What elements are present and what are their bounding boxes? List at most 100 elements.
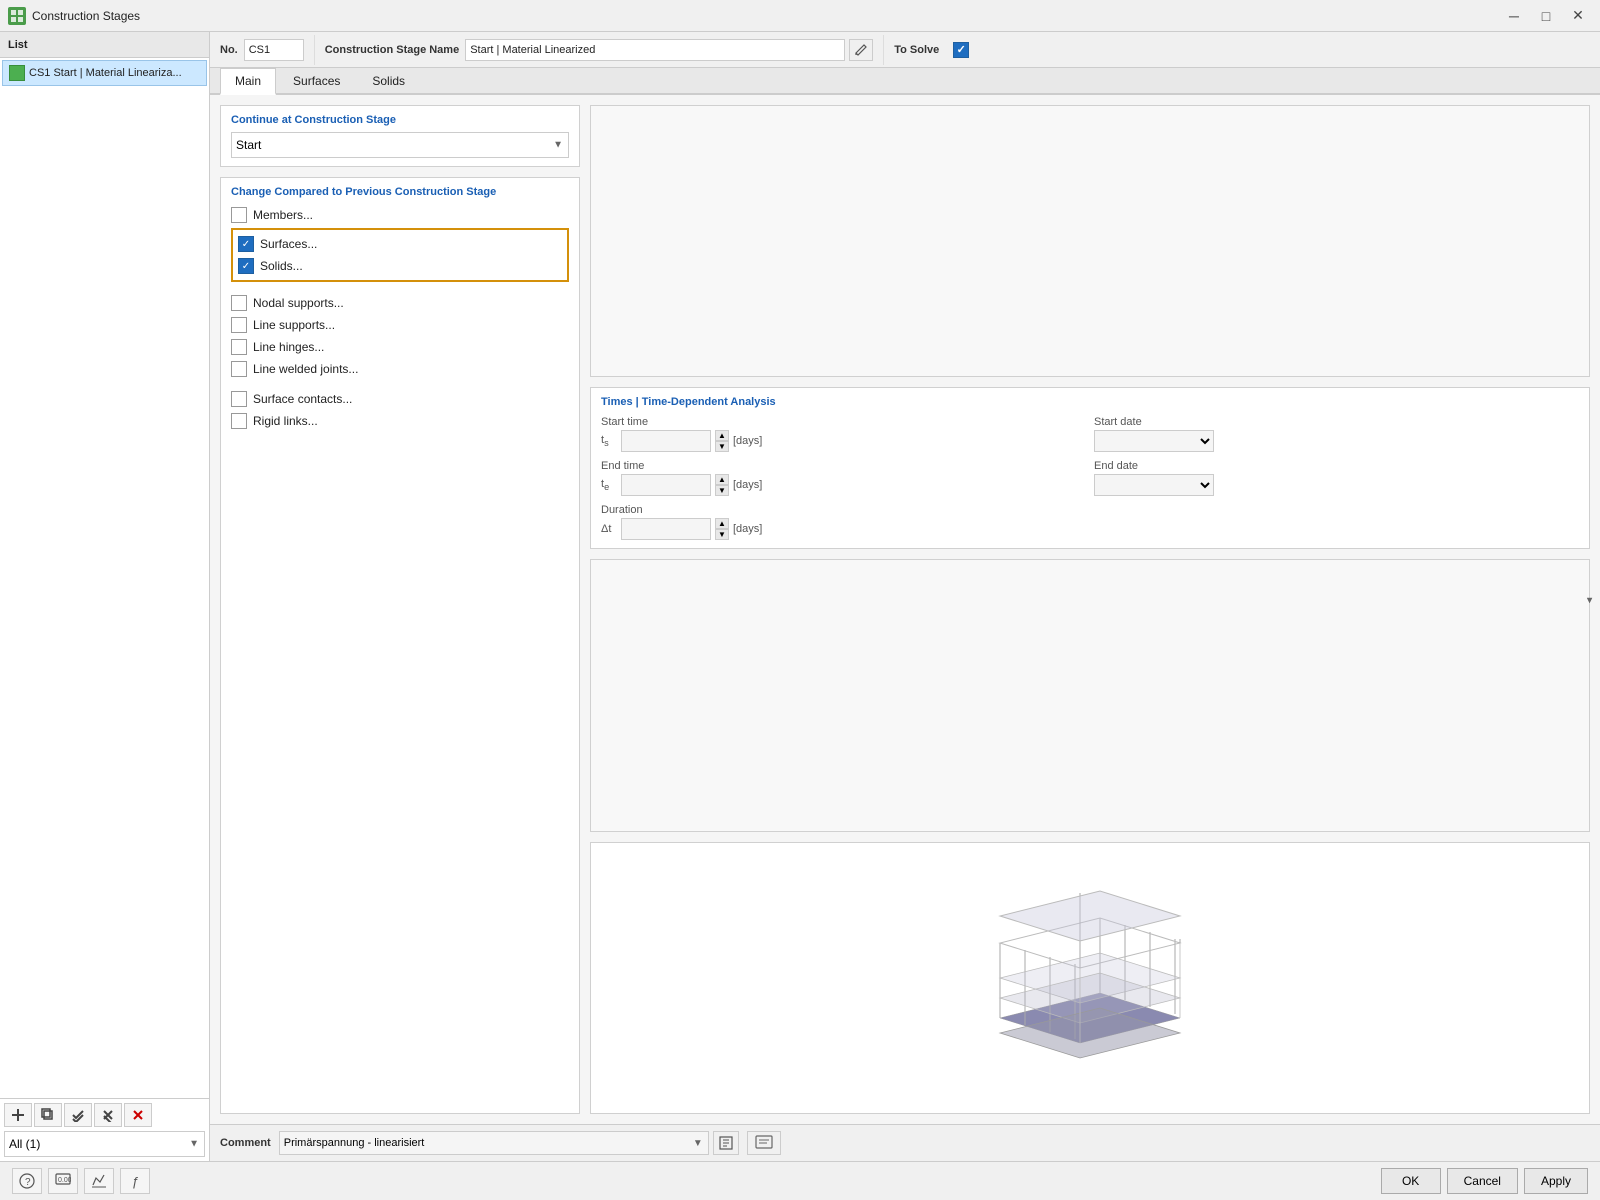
separator1 [231, 284, 569, 292]
duration-row: Δt ▲ ▼ [days] [601, 518, 1086, 540]
maximize-button[interactable]: □ [1532, 5, 1560, 27]
list-filter: All (1) ▼ [4, 1131, 205, 1157]
nodal-supports-checkbox[interactable] [231, 295, 247, 311]
surfaces-checkbox[interactable] [238, 236, 254, 252]
comment-select-wrap: Primärspannung - linearisiert ▼ [279, 1131, 709, 1155]
building-preview-section [590, 842, 1590, 1114]
surface-contacts-row: Surface contacts... [231, 388, 569, 410]
line-welded-joints-checkbox[interactable] [231, 361, 247, 377]
building-3d-preview [980, 888, 1200, 1068]
to-solve-checkbox[interactable] [953, 42, 969, 58]
delete-item-button[interactable] [124, 1103, 152, 1127]
duration-label: Duration [601, 504, 1086, 516]
members-row: Members... [231, 204, 569, 226]
end-time-input[interactable] [621, 474, 711, 496]
titlebar-left: Construction Stages [8, 7, 140, 25]
list-item-label: CS1 Start | Material Lineariza... [29, 67, 182, 79]
start-date-field: Start date ▼ [1094, 416, 1579, 452]
surface-contacts-checkbox[interactable] [231, 391, 247, 407]
name-label: Construction Stage Name [325, 44, 459, 56]
minimize-button[interactable]: ─ [1500, 5, 1528, 27]
tab-surfaces[interactable]: Surfaces [278, 68, 355, 93]
duration-unit: [days] [733, 523, 762, 535]
line-hinges-checkbox[interactable] [231, 339, 247, 355]
left-panel: List CS1 Start | Material Lineariza... [0, 32, 210, 1161]
right-panel: No. Construction Stage Name To Solve [210, 32, 1600, 1161]
content-area: List CS1 Start | Material Lineariza... [0, 32, 1600, 1161]
copy-item-button[interactable] [34, 1103, 62, 1127]
filter-select[interactable]: All (1) [4, 1131, 205, 1157]
line-supports-label: Line supports... [253, 318, 335, 332]
list-item-cs1[interactable]: CS1 Start | Material Lineariza... [2, 60, 207, 86]
duration-spinner: ▲ ▼ [715, 518, 729, 540]
rigid-links-label: Rigid links... [253, 414, 318, 428]
surfaces-row: Surfaces... [238, 233, 562, 255]
list-spacer [0, 88, 209, 1098]
continue-select[interactable]: Start [231, 132, 569, 158]
tab-main[interactable]: Main [220, 68, 276, 95]
comment-bar: Comment Primärspannung - linearisiert ▼ [210, 1124, 1600, 1161]
bottom-right-buttons: OK Cancel Apply [1381, 1168, 1588, 1194]
start-time-up[interactable]: ▲ [715, 430, 729, 441]
no-label: No. [220, 44, 238, 56]
solids-checkbox[interactable] [238, 258, 254, 274]
right-column: Times | Time-Dependent Analysis Start ti… [590, 105, 1590, 1114]
main-container: List CS1 Start | Material Lineariza... [0, 32, 1600, 1200]
start-time-label: Start time [601, 416, 1086, 428]
duration-up[interactable]: ▲ [715, 518, 729, 529]
comment-right-btn1[interactable] [747, 1131, 781, 1155]
name-input[interactable] [465, 39, 845, 61]
to-solve-label: To Solve [894, 44, 939, 56]
comment-edit-button[interactable] [713, 1131, 739, 1155]
duration-down[interactable]: ▼ [715, 529, 729, 540]
ok-button[interactable]: OK [1381, 1168, 1441, 1194]
members-checkbox[interactable] [231, 207, 247, 223]
duration-symbol: Δt [601, 523, 617, 535]
start-time-row: ts ▲ ▼ [days] [601, 430, 1086, 452]
line-supports-checkbox[interactable] [231, 317, 247, 333]
list-item-color [9, 65, 25, 81]
empty-top-section [590, 105, 1590, 377]
svg-text:0.00: 0.00 [58, 1177, 71, 1184]
close-button[interactable]: ✕ [1564, 5, 1592, 27]
change-section: Change Compared to Previous Construction… [220, 177, 580, 1114]
empty-middle-section [590, 559, 1590, 831]
tab-solids[interactable]: Solids [357, 68, 420, 93]
duration-input[interactable] [621, 518, 711, 540]
end-time-unit: [days] [733, 479, 762, 491]
cancel-button[interactable]: Cancel [1447, 1168, 1518, 1194]
uncheck-all-button[interactable] [94, 1103, 122, 1127]
titlebar: Construction Stages ─ □ ✕ [0, 0, 1600, 32]
start-time-input[interactable] [621, 430, 711, 452]
continue-section: Continue at Construction Stage Start ▼ [220, 105, 580, 167]
apply-button[interactable]: Apply [1524, 1168, 1588, 1194]
highlighted-group: Surfaces... Solids... [231, 228, 569, 282]
separator2 [231, 380, 569, 388]
formula-button[interactable]: ƒ [120, 1168, 150, 1194]
bottom-bar: ? 0.00 ƒ OK Cancel Apply [0, 1161, 1600, 1200]
start-time-field: Start time ts ▲ ▼ [days] [601, 416, 1086, 452]
edit-name-button[interactable] [849, 39, 873, 61]
end-date-field: End date ▼ [1094, 460, 1579, 496]
comment-select[interactable]: Primärspannung - linearisiert [279, 1131, 709, 1155]
end-time-down[interactable]: ▼ [715, 485, 729, 496]
line-hinges-label: Line hinges... [253, 340, 324, 354]
surface-contacts-label: Surface contacts... [253, 392, 352, 406]
start-date-label: Start date [1094, 416, 1579, 428]
app-icon [8, 7, 26, 25]
add-item-button[interactable] [4, 1103, 32, 1127]
no-input[interactable] [244, 39, 304, 61]
check-all-button[interactable] [64, 1103, 92, 1127]
end-time-spinner: ▲ ▼ [715, 474, 729, 496]
start-date-select[interactable] [1094, 430, 1214, 452]
view-button[interactable]: 0.00 [48, 1168, 78, 1194]
start-time-unit: [days] [733, 435, 762, 447]
start-time-down[interactable]: ▼ [715, 441, 729, 452]
end-date-select[interactable] [1094, 474, 1214, 496]
to-solve-group: To Solve [884, 38, 979, 62]
rigid-links-checkbox[interactable] [231, 413, 247, 429]
end-time-up[interactable]: ▲ [715, 474, 729, 485]
times-section: Times | Time-Dependent Analysis Start ti… [590, 387, 1590, 549]
edit-button[interactable] [84, 1168, 114, 1194]
help-button[interactable]: ? [12, 1168, 42, 1194]
